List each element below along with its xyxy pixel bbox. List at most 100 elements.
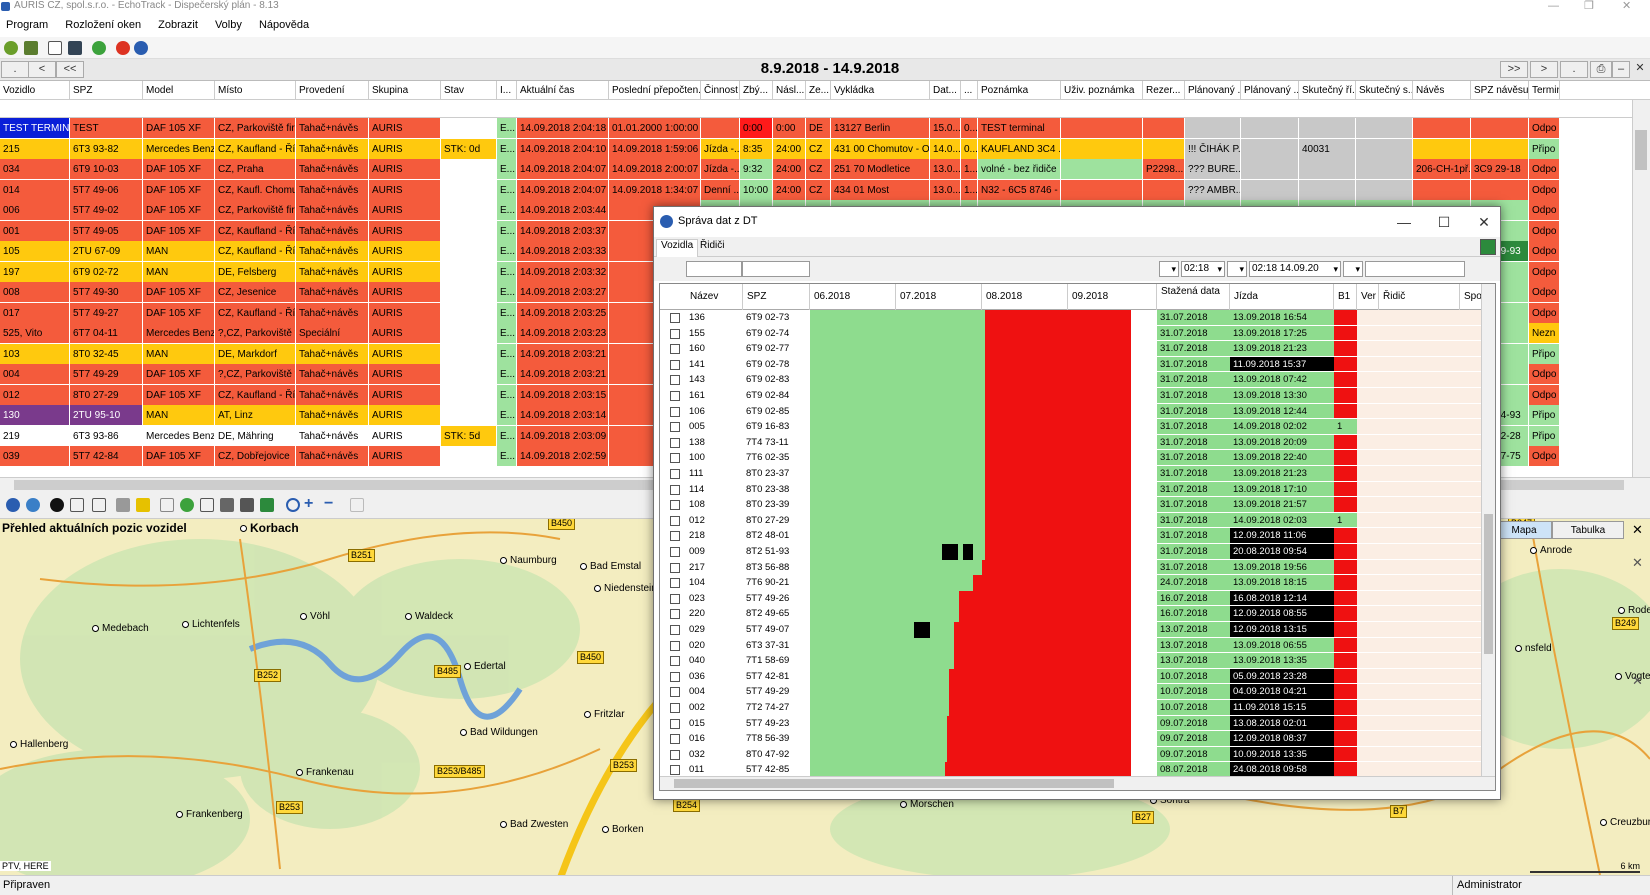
row-checkbox[interactable]	[670, 609, 680, 620]
map-close-icon[interactable]: ✕	[1632, 522, 1643, 538]
row-checkbox[interactable]	[670, 765, 680, 776]
filter-name-input[interactable]	[686, 261, 742, 277]
filter-time1[interactable]: 02:18	[1181, 261, 1225, 277]
dialog-close-icon[interactable]: ✕	[1469, 212, 1499, 232]
excel-icon[interactable]	[260, 498, 274, 512]
table-row[interactable]: 215 6T3 93-82 Mercedes Benz CZ, Kaufland - …	[0, 138, 1632, 160]
dialog-table-row[interactable]: 009 8T2 51-93 31.07.2018 20.08.2018 09:54	[660, 544, 1482, 560]
grid-vertical-scrollbar[interactable]	[1632, 100, 1650, 477]
map-side-close-icon[interactable]: ✕	[1632, 555, 1643, 571]
column-header[interactable]: Terminál	[1529, 81, 1560, 100]
dialog-vertical-scrollbar[interactable]	[1481, 284, 1495, 790]
dialog-table-row[interactable]: 040 7T1 58-69 13.07.2018 13.09.2018 13:35	[660, 653, 1482, 669]
row-checkbox[interactable]	[670, 313, 680, 323]
row-checkbox[interactable]	[670, 391, 680, 401]
dialog-column-header[interactable]: Spo	[1460, 284, 1482, 310]
column-header[interactable]: Násl...	[773, 81, 806, 100]
column-header[interactable]: SPZ návěsu	[1471, 81, 1529, 100]
column-header[interactable]: Vozidlo	[0, 81, 70, 100]
dialog-minimize-icon[interactable]: —	[1389, 212, 1419, 232]
row-checkbox[interactable]	[670, 453, 680, 464]
row-checkbox[interactable]	[670, 703, 680, 713]
column-header[interactable]: Zbý...	[740, 81, 773, 100]
dialog-column-header[interactable]: B1	[1334, 284, 1357, 310]
dialog-column-header[interactable]: 09.2018	[1068, 284, 1157, 310]
dialog-export-icon[interactable]	[1480, 239, 1496, 255]
dialog-table-row[interactable]: 141 6T9 02-78 31.07.2018 11.09.2018 15:37	[660, 356, 1482, 373]
dialog-table-row[interactable]: 004 5T7 49-29 10.07.2018 04.09.2018 04:21	[660, 684, 1482, 700]
dialog-table-row[interactable]: 108 8T0 23-39 31.07.2018 13.09.2018 21:57	[660, 497, 1482, 513]
column-header[interactable]: Provedení	[296, 81, 369, 100]
dialog-table-row[interactable]: 029 5T7 49-07 13.07.2018 12.09.2018 13:15	[660, 622, 1482, 638]
column-header[interactable]: Plánovaný ...	[1185, 81, 1241, 100]
row-checkbox[interactable]	[670, 437, 680, 448]
row-checkbox[interactable]	[670, 687, 680, 698]
filter-downloaded-dropdown[interactable]	[1159, 261, 1179, 277]
column-header[interactable]: ...	[961, 81, 978, 100]
dialog-table-row[interactable]: 106 6T9 02-85 31.07.2018 13.09.2018 12:44	[660, 403, 1482, 420]
map-tab[interactable]: Mapa	[1496, 521, 1552, 539]
dialog-table-row[interactable]: 020 6T3 37-31 13.07.2018 13.09.2018 06:55	[660, 637, 1482, 654]
row-checkbox[interactable]	[670, 531, 680, 542]
restore-icon[interactable]: ❐	[1584, 0, 1594, 12]
dialog-table-row[interactable]: 023 5T7 49-26 16.07.2018 16.08.2018 12:14	[660, 590, 1482, 607]
table-row[interactable]: 034 6T9 10-03 DAF 105 XF CZ, Praha Tahač+náv…	[0, 159, 1632, 180]
column-header[interactable]: Místo	[215, 81, 296, 100]
grid-filter-row[interactable]	[0, 100, 1650, 118]
device-icon[interactable]	[68, 41, 82, 55]
dialog-column-header[interactable]: SPZ	[743, 284, 810, 310]
dialog-table-row[interactable]: 016 7T8 56-39 09.07.2018 12.09.2018 08:37	[660, 731, 1482, 747]
stop-icon[interactable]	[116, 41, 130, 55]
menu-layout[interactable]: Rozložení oken	[59, 15, 149, 31]
column-header[interactable]: Návěs	[1413, 81, 1471, 100]
row-checkbox[interactable]	[670, 422, 680, 433]
table-row[interactable]: TEST TERMIN...TESTDAF 105 XFCZ, Parkoviš…	[0, 118, 1632, 139]
column-header[interactable]: Ze...	[806, 81, 831, 100]
dialog-table-row[interactable]: 036 5T7 42-81 10.07.2018 05.09.2018 23:28	[660, 668, 1482, 685]
dialog-table-row[interactable]: 002 7T2 74-27 10.07.2018 11.09.2018 15:15	[660, 700, 1482, 716]
dialog-table-row[interactable]: 155 6T9 02-74 31.07.2018 13.09.2018 17:25	[660, 325, 1482, 342]
row-checkbox[interactable]	[670, 593, 680, 604]
dialog-column-header[interactable]: Řidič	[1379, 284, 1460, 310]
dialog-column-header[interactable]: Název	[686, 284, 743, 310]
nav-first-button[interactable]: .	[1, 61, 29, 78]
select-hand-icon[interactable]	[92, 498, 106, 512]
row-checkbox[interactable]	[670, 344, 680, 355]
row-checkbox[interactable]	[670, 515, 680, 526]
filter-spz-input[interactable]	[742, 261, 810, 277]
globe-icon[interactable]	[6, 498, 20, 512]
edit-icon[interactable]	[48, 41, 62, 55]
row-checkbox[interactable]	[670, 578, 680, 589]
dialog-table-row[interactable]: 143 6T9 02-83 31.07.2018 13.09.2018 07:42	[660, 372, 1482, 388]
dialog-table-row[interactable]: 220 8T2 49-65 16.07.2018 12.09.2018 08:55	[660, 606, 1482, 622]
zoom-out-icon[interactable]: −	[324, 496, 338, 512]
column-header[interactable]: Plánovaný ...	[1241, 81, 1299, 100]
menu-view[interactable]: Zobrazit	[152, 15, 206, 31]
row-checkbox[interactable]	[670, 718, 680, 729]
column-header[interactable]: Model	[143, 81, 215, 100]
dialog-column-header[interactable]: 08.2018	[982, 284, 1068, 310]
zoom-fit-icon[interactable]	[286, 498, 300, 512]
nav-next-week-icon[interactable]: >>	[1500, 61, 1528, 78]
dialog-table-row[interactable]: 161 6T9 02-84 31.07.2018 13.09.2018 13:30	[660, 388, 1482, 404]
nav-prev-icon[interactable]: <	[28, 61, 56, 78]
web-icon[interactable]	[26, 498, 40, 512]
column-header[interactable]: Skutečný s...	[1356, 81, 1413, 100]
pencil-icon[interactable]	[116, 498, 130, 512]
hand-icon[interactable]	[70, 498, 84, 512]
column-header[interactable]: Dat...	[930, 81, 961, 100]
row-checkbox[interactable]	[670, 469, 680, 479]
row-checkbox[interactable]	[670, 500, 680, 511]
column-header[interactable]: Skupina	[369, 81, 441, 100]
minimize-icon[interactable]: —	[1548, 0, 1559, 12]
column-header[interactable]: Rezer...	[1143, 81, 1185, 100]
row-checkbox[interactable]	[670, 625, 680, 635]
dialog-table-row[interactable]: 138 7T4 73-11 31.07.2018 13.09.2018 20:09	[660, 434, 1482, 451]
map-side-close-icon-2[interactable]: ✕	[1632, 673, 1643, 689]
dialog-table-row[interactable]: 111 8T0 23-37 31.07.2018 13.09.2018 21:23	[660, 466, 1482, 482]
zoom-in-icon[interactable]: +	[304, 496, 318, 512]
dialog-table-row[interactable]: 005 6T9 16-83 31.07.2018 14.09.2018 02:02 1	[660, 419, 1482, 435]
dialog-table-row[interactable]: 012 8T0 27-29 31.07.2018 14.09.2018 02:03 1	[660, 512, 1482, 529]
row-checkbox[interactable]	[670, 656, 680, 667]
dialog-table-row[interactable]: 015 5T7 49-23 09.07.2018 13.08.2018 02:01	[660, 715, 1482, 732]
